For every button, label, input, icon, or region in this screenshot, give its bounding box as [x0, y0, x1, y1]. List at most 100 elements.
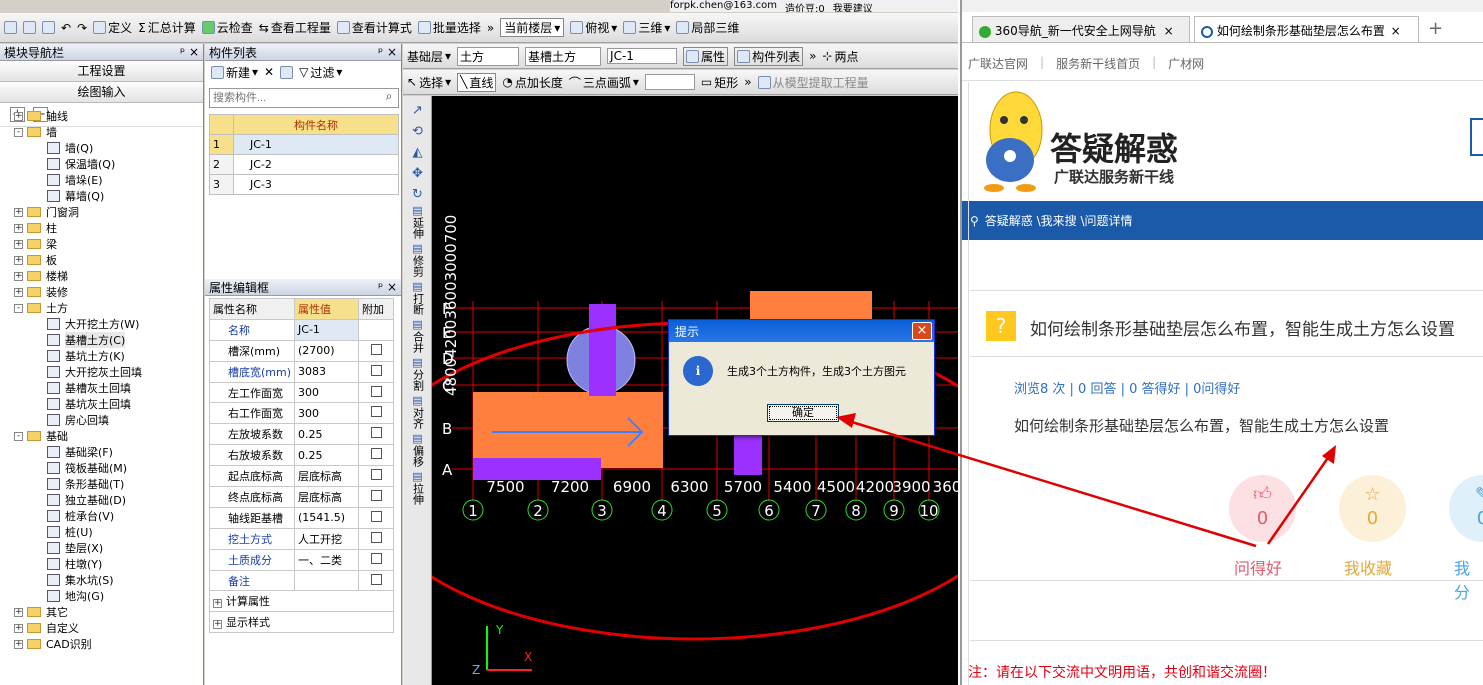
tree-item[interactable]: - 基础 — [0, 428, 203, 444]
tree-item[interactable]: - 土方 — [0, 300, 203, 316]
vtool-trim-button[interactable]: ▤ 修剪 — [403, 243, 432, 278]
append-checkbox[interactable] — [370, 573, 382, 585]
search-input[interactable] — [210, 89, 380, 107]
tree-item[interactable]: + 门窗洞 — [0, 204, 203, 220]
copy-icon[interactable] — [280, 65, 294, 79]
tree-item[interactable]: 筏板基础(M) — [0, 460, 203, 476]
save-icon[interactable] — [42, 21, 55, 34]
tool-icon[interactable]: ⟲ — [403, 125, 432, 138]
attributes-button[interactable]: 属性 — [683, 46, 729, 66]
vtool-stretch-button[interactable]: ▤ 拉伸 — [403, 471, 432, 506]
tool-icon[interactable]: ◭ — [403, 146, 432, 159]
append-checkbox[interactable] — [370, 427, 382, 439]
component-name-cell[interactable]: JC-3 — [233, 174, 399, 195]
tree-item[interactable]: + 梁 — [0, 236, 203, 252]
attr-value-cell[interactable]: (1541.5) — [294, 506, 360, 529]
tree-item[interactable]: 房心回填 — [0, 412, 203, 428]
new-tab-icon[interactable]: + — [1428, 18, 1443, 39]
table-row[interactable]: 槽深(mm) (2700) — [208, 339, 394, 362]
append-checkbox[interactable] — [370, 385, 382, 397]
three-d-button[interactable]: 三维 ▾ — [623, 19, 670, 36]
table-row[interactable]: 2 JC-2 — [209, 154, 399, 175]
draw-mode-select[interactable] — [644, 74, 695, 90]
point-length-button[interactable]: ◔ 点加长度 — [502, 74, 563, 91]
cloud-check-button[interactable]: 云检查 — [201, 19, 253, 36]
tool-icon[interactable]: ↻ — [403, 188, 432, 201]
expand-icon[interactable]: + — [14, 239, 23, 249]
append-checkbox[interactable] — [370, 406, 382, 418]
expandable-group[interactable]: + 显示样式 — [209, 611, 394, 634]
vtool-offset-button[interactable]: ▤ 偏移 — [403, 433, 432, 468]
table-row[interactable]: 1 JC-1 — [209, 134, 399, 155]
tree-item[interactable]: 墙垛(E) — [0, 172, 203, 188]
append-checkbox[interactable] — [370, 364, 382, 376]
expand-icon[interactable]: + — [14, 255, 23, 265]
select-button[interactable]: ↖ 选择 ▾ — [407, 74, 451, 91]
view-mode-button[interactable]: 俯视 ▾ — [570, 19, 617, 36]
tree-item[interactable]: + 装修 — [0, 284, 203, 300]
collapse-icon[interactable]: - — [14, 303, 23, 313]
layer-select[interactable]: 基础层 ▾ — [407, 48, 451, 65]
tree-item[interactable]: -墙 — [0, 124, 203, 140]
expand-icon[interactable]: + — [213, 620, 222, 630]
expand-icon[interactable]: + — [213, 599, 222, 609]
browser-tab-360[interactable]: 360导航_新一代安全上网导航 × — [972, 16, 1190, 42]
tool-icon[interactable]: ↗ — [403, 104, 432, 117]
tree-item[interactable]: 垫层(X) — [0, 540, 203, 556]
vtool-align-button[interactable]: ▤ 对齐 — [403, 395, 432, 430]
tree-item[interactable]: 保温墙(Q) — [0, 156, 203, 172]
extract-quantity-button[interactable]: 从模型提取工程量 — [757, 74, 869, 91]
account-email[interactable]: forpk.chen@163.com — [670, 0, 777, 12]
table-row[interactable]: 起点底标高 层底标高 — [208, 465, 394, 488]
attr-value-cell[interactable]: 0.25 — [294, 444, 360, 467]
table-row[interactable]: 槽底宽(mm) 3083 — [208, 360, 394, 383]
filter-button[interactable]: ▽ 过滤 ▾ — [299, 64, 342, 81]
tree-item[interactable]: 基槽灰土回填 — [0, 380, 203, 396]
search-icon[interactable]: ⌕ — [380, 89, 398, 107]
browser-tab-question[interactable]: 如何绘制条形基础垫层怎么布置 × — [1194, 16, 1419, 42]
line-button[interactable]: ╲ 直线 — [457, 72, 497, 92]
undo-icon[interactable]: ↶ — [61, 21, 71, 35]
more-chevron-icon[interactable]: » — [487, 21, 494, 35]
tree-item[interactable]: 集水坑(S) — [0, 572, 203, 588]
more-chevron-icon[interactable]: » — [744, 75, 751, 89]
tree-item[interactable]: + 自定义 — [0, 620, 203, 636]
table-row[interactable]: 右放坡系数 0.25 — [208, 444, 394, 467]
tool-icon[interactable]: ✥ — [403, 167, 432, 180]
tree-item[interactable]: + CAD识别 — [0, 636, 203, 652]
append-checkbox[interactable] — [370, 552, 382, 564]
vote-good-button[interactable]: 👍︎ 0 — [1229, 475, 1296, 542]
expand-icon[interactable]: + — [14, 623, 23, 633]
tree-item[interactable]: 大开挖土方(W) — [0, 316, 203, 332]
tree-item[interactable]: + 其它 — [0, 604, 203, 620]
append-checkbox[interactable] — [370, 469, 382, 481]
tree-item[interactable]: + 板 — [0, 252, 203, 268]
project-settings-button[interactable]: 工程设置 — [0, 61, 203, 82]
attr-value-cell[interactable]: 层底标高 — [294, 486, 360, 508]
redo-icon[interactable]: ↷ — [77, 21, 87, 35]
top-link[interactable]: 广联达官网 — [968, 55, 1028, 72]
attr-value-cell[interactable]: 0.25 — [294, 423, 360, 446]
top-link[interactable]: 广材网 — [1168, 55, 1204, 72]
tree-item[interactable]: 墙(Q) — [0, 140, 203, 156]
expand-icon[interactable]: + — [14, 111, 23, 121]
append-checkbox[interactable] — [370, 343, 382, 355]
table-row[interactable]: + 显示样式 — [209, 611, 394, 634]
new-file-icon[interactable] — [4, 21, 17, 34]
view-formula-button[interactable]: 查看计算式 — [336, 19, 412, 36]
two-point-button[interactable]: ⊹ 两点 — [822, 48, 858, 65]
table-row[interactable]: 挖土方式 人工开挖 — [208, 527, 394, 550]
tree-item[interactable]: 独立基础(D) — [0, 492, 203, 508]
local-3d-button[interactable]: 局部三维 — [676, 19, 739, 36]
attr-value-cell[interactable]: 层底标高 — [294, 465, 360, 488]
type-select[interactable]: 基槽土方 — [525, 46, 602, 66]
component-name-cell[interactable]: JC-2 — [233, 154, 399, 175]
table-row[interactable]: 轴线距基槽 (1541.5) — [208, 506, 394, 529]
attr-value-cell[interactable]: 3083 — [294, 360, 360, 383]
rect-button[interactable]: ▭ 矩形 — [701, 74, 738, 91]
delete-icon[interactable]: ✕ — [264, 65, 274, 79]
collapse-icon[interactable]: - — [14, 431, 23, 441]
tree-item[interactable]: 基础梁(F) — [0, 444, 203, 460]
define-button[interactable]: 定义 — [93, 19, 132, 36]
expand-icon[interactable]: + — [14, 607, 23, 617]
